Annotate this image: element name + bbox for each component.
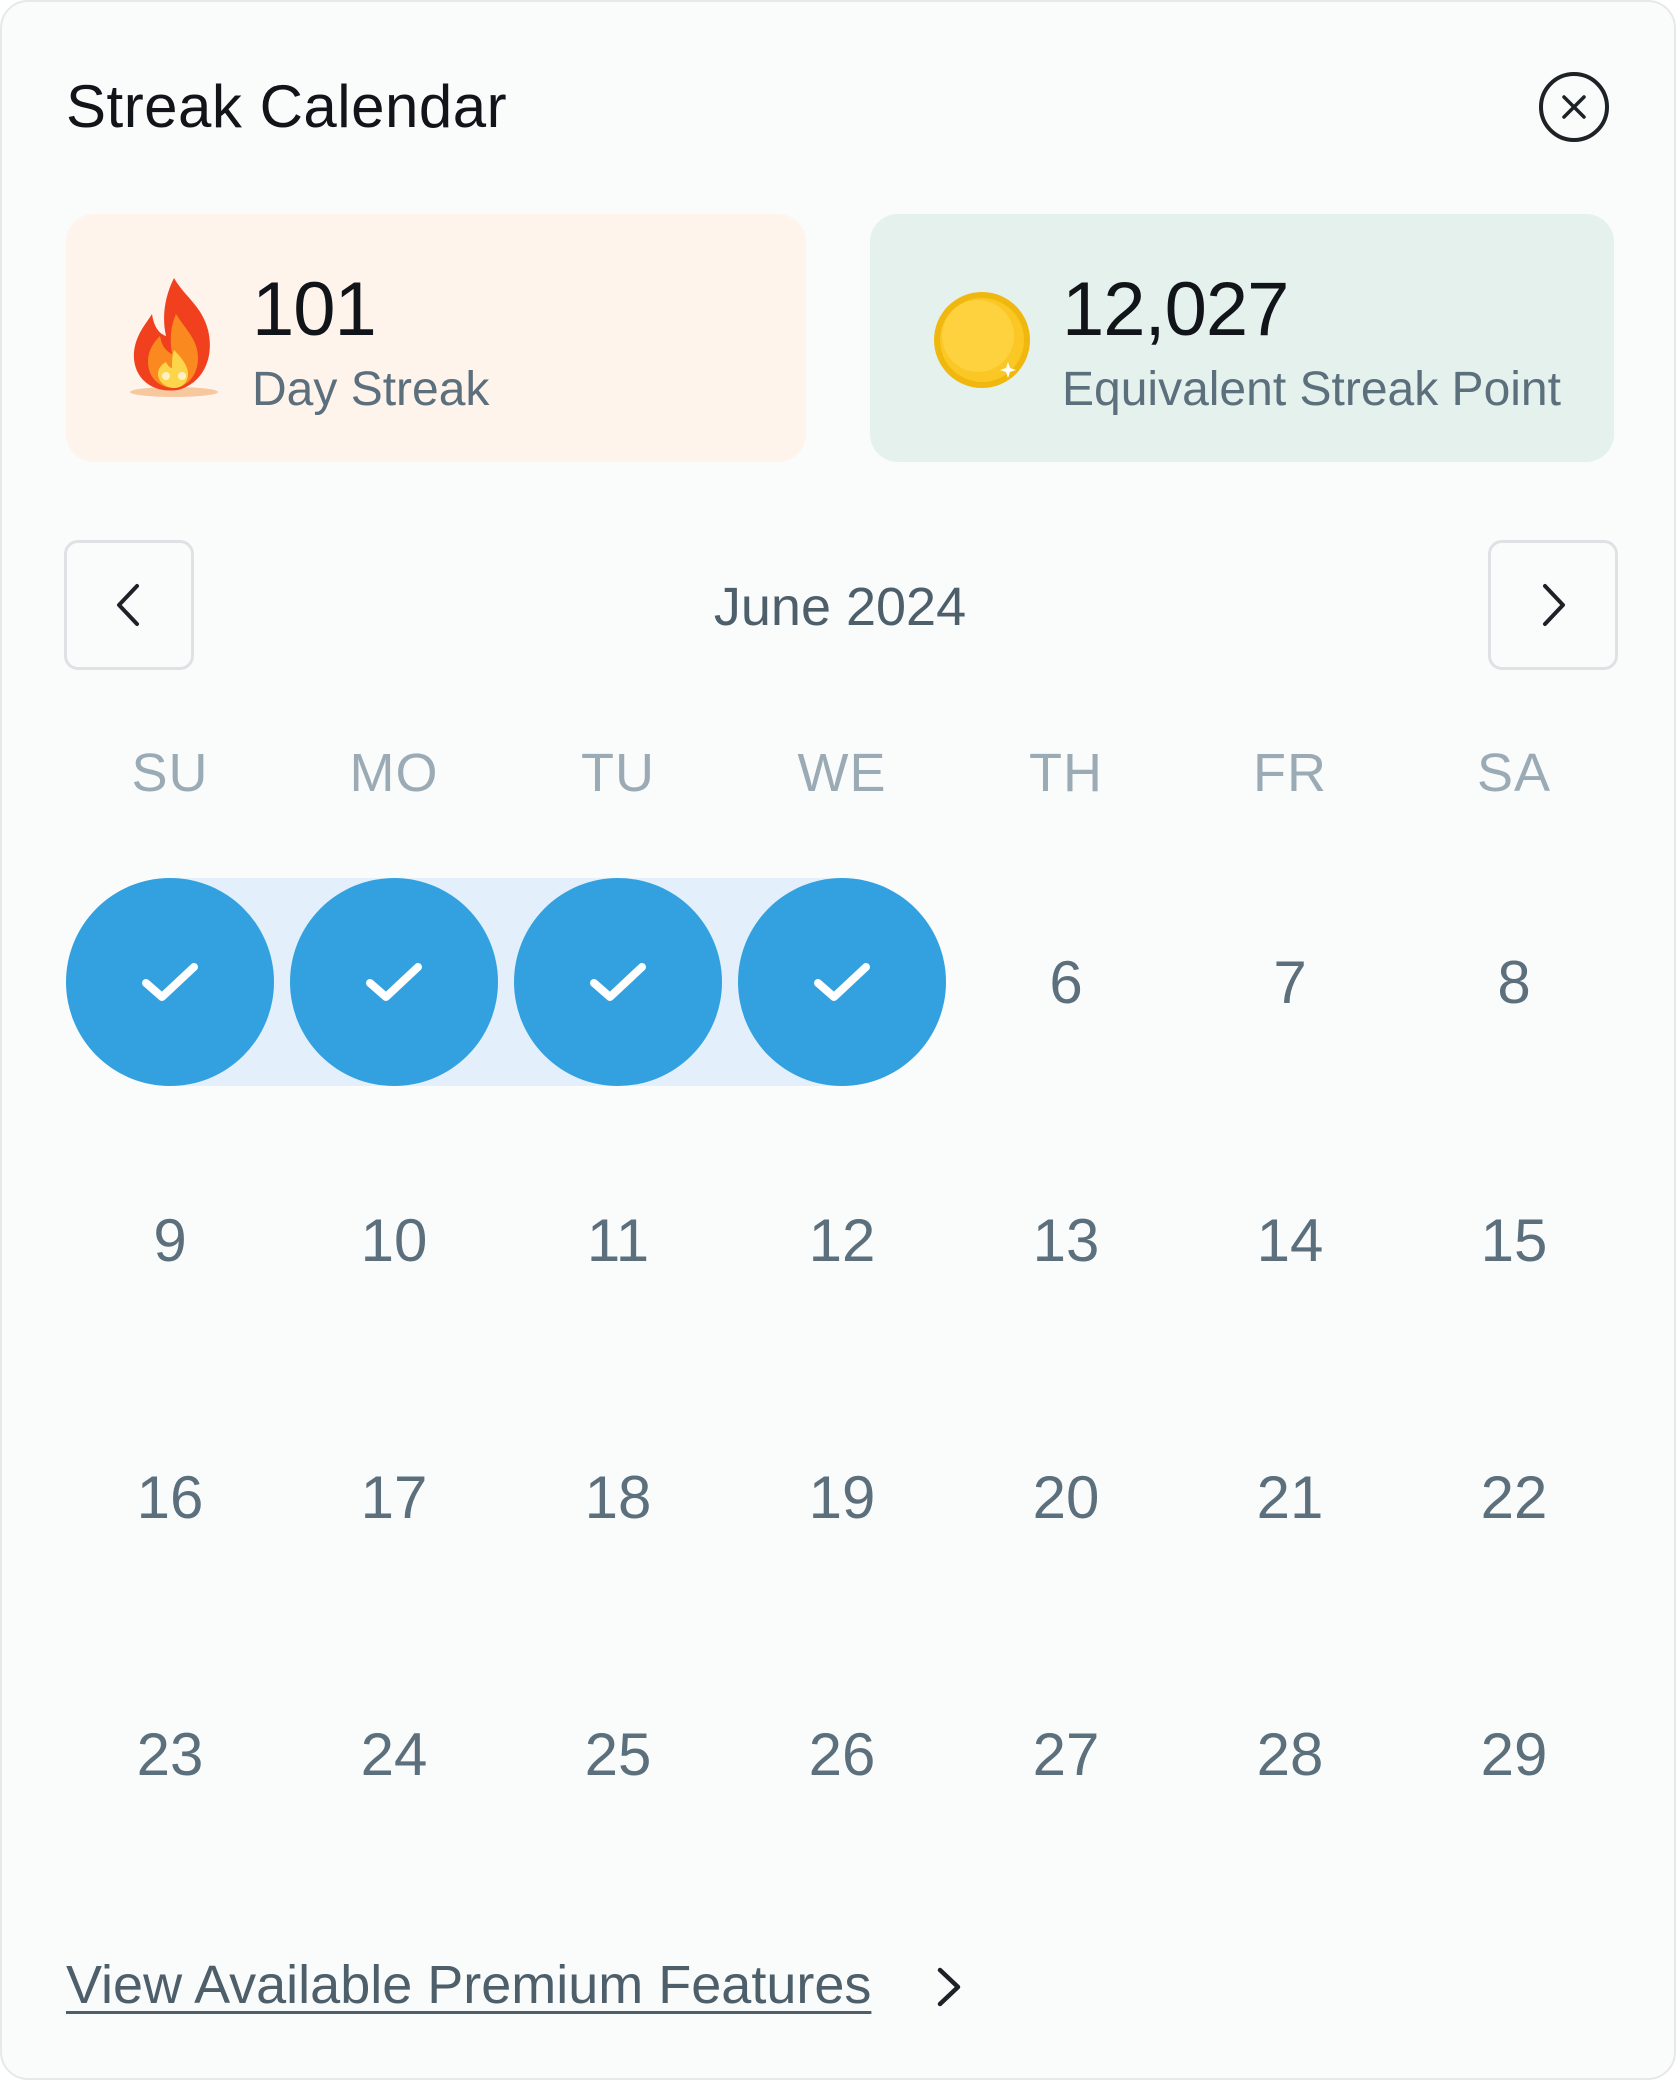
points-label: Equivalent Streak Point (1062, 363, 1561, 416)
month-label: June 2024 (713, 577, 967, 637)
weekday-tuesday: TU (581, 743, 655, 803)
premium-features-link[interactable]: View Available Premium Features (66, 1954, 871, 2016)
calendar-day[interactable]: 18 (514, 1393, 722, 1601)
weekday-header: SU MO TU WE TH FR SA (2, 742, 1676, 803)
calendar-day[interactable]: 29 (1410, 1650, 1618, 1858)
calendar-day[interactable]: 6 (962, 878, 1170, 1086)
calendar-day-checked[interactable] (290, 878, 498, 1086)
weekday-thursday: TH (1029, 743, 1103, 803)
calendar-day[interactable]: 20 (962, 1393, 1170, 1601)
checkmark-icon (590, 963, 646, 1001)
chevron-right-icon[interactable] (934, 1962, 964, 2012)
calendar-day[interactable]: 23 (66, 1650, 274, 1858)
points-card: 12,027 Equivalent Streak Point (870, 214, 1614, 462)
calendar-day[interactable]: 13 (962, 1136, 1170, 1344)
streak-label: Day Streak (252, 363, 490, 416)
calendar-day-checked[interactable] (66, 878, 274, 1086)
calendar-day[interactable]: 28 (1186, 1650, 1394, 1858)
checkmark-icon (814, 963, 870, 1001)
streak-calendar-dialog: Streak Calendar 101 Day Streak 12,027 Eq… (0, 0, 1676, 2080)
calendar-day[interactable]: 25 (514, 1650, 722, 1858)
calendar-day[interactable]: 27 (962, 1650, 1170, 1858)
weekday-friday: FR (1253, 743, 1327, 803)
calendar-day[interactable]: 7 (1186, 878, 1394, 1086)
streak-card: 101 Day Streak (66, 214, 806, 462)
calendar-day[interactable]: 12 (738, 1136, 946, 1344)
weekday-sunday: SU (131, 743, 209, 803)
calendar-day[interactable]: 22 (1410, 1393, 1618, 1601)
calendar-day[interactable]: 15 (1410, 1136, 1618, 1344)
next-month-button[interactable] (1488, 540, 1618, 670)
calendar-day[interactable]: 26 (738, 1650, 946, 1858)
calendar-day[interactable]: 10 (290, 1136, 498, 1344)
dialog-title: Streak Calendar (66, 73, 508, 140)
flame-icon (130, 278, 218, 397)
weekday-wednesday: WE (797, 743, 887, 803)
points-value: 12,027 (1062, 267, 1289, 352)
calendar-day[interactable]: 14 (1186, 1136, 1394, 1344)
coin-icon (934, 292, 1030, 388)
calendar-day[interactable]: 9 (66, 1136, 274, 1344)
calendar-day[interactable]: 11 (514, 1136, 722, 1344)
calendar-day[interactable]: 17 (290, 1393, 498, 1601)
close-icon (1562, 95, 1586, 119)
calendar-day[interactable]: 21 (1186, 1393, 1394, 1601)
calendar-day-checked[interactable] (738, 878, 946, 1086)
chevron-right-icon (1543, 584, 1565, 626)
calendar-day[interactable]: 24 (290, 1650, 498, 1858)
streak-count: 101 (252, 267, 377, 352)
checkmark-icon (366, 963, 422, 1001)
checkmark-icon (142, 963, 198, 1001)
calendar-day[interactable]: 19 (738, 1393, 946, 1601)
weekday-saturday: SA (1476, 743, 1552, 803)
close-button[interactable] (1539, 72, 1609, 142)
calendar-day[interactable]: 16 (66, 1393, 274, 1601)
calendar-day-checked[interactable] (514, 878, 722, 1086)
calendar-day[interactable]: 8 (1410, 878, 1618, 1086)
weekday-monday: MO (349, 743, 439, 803)
